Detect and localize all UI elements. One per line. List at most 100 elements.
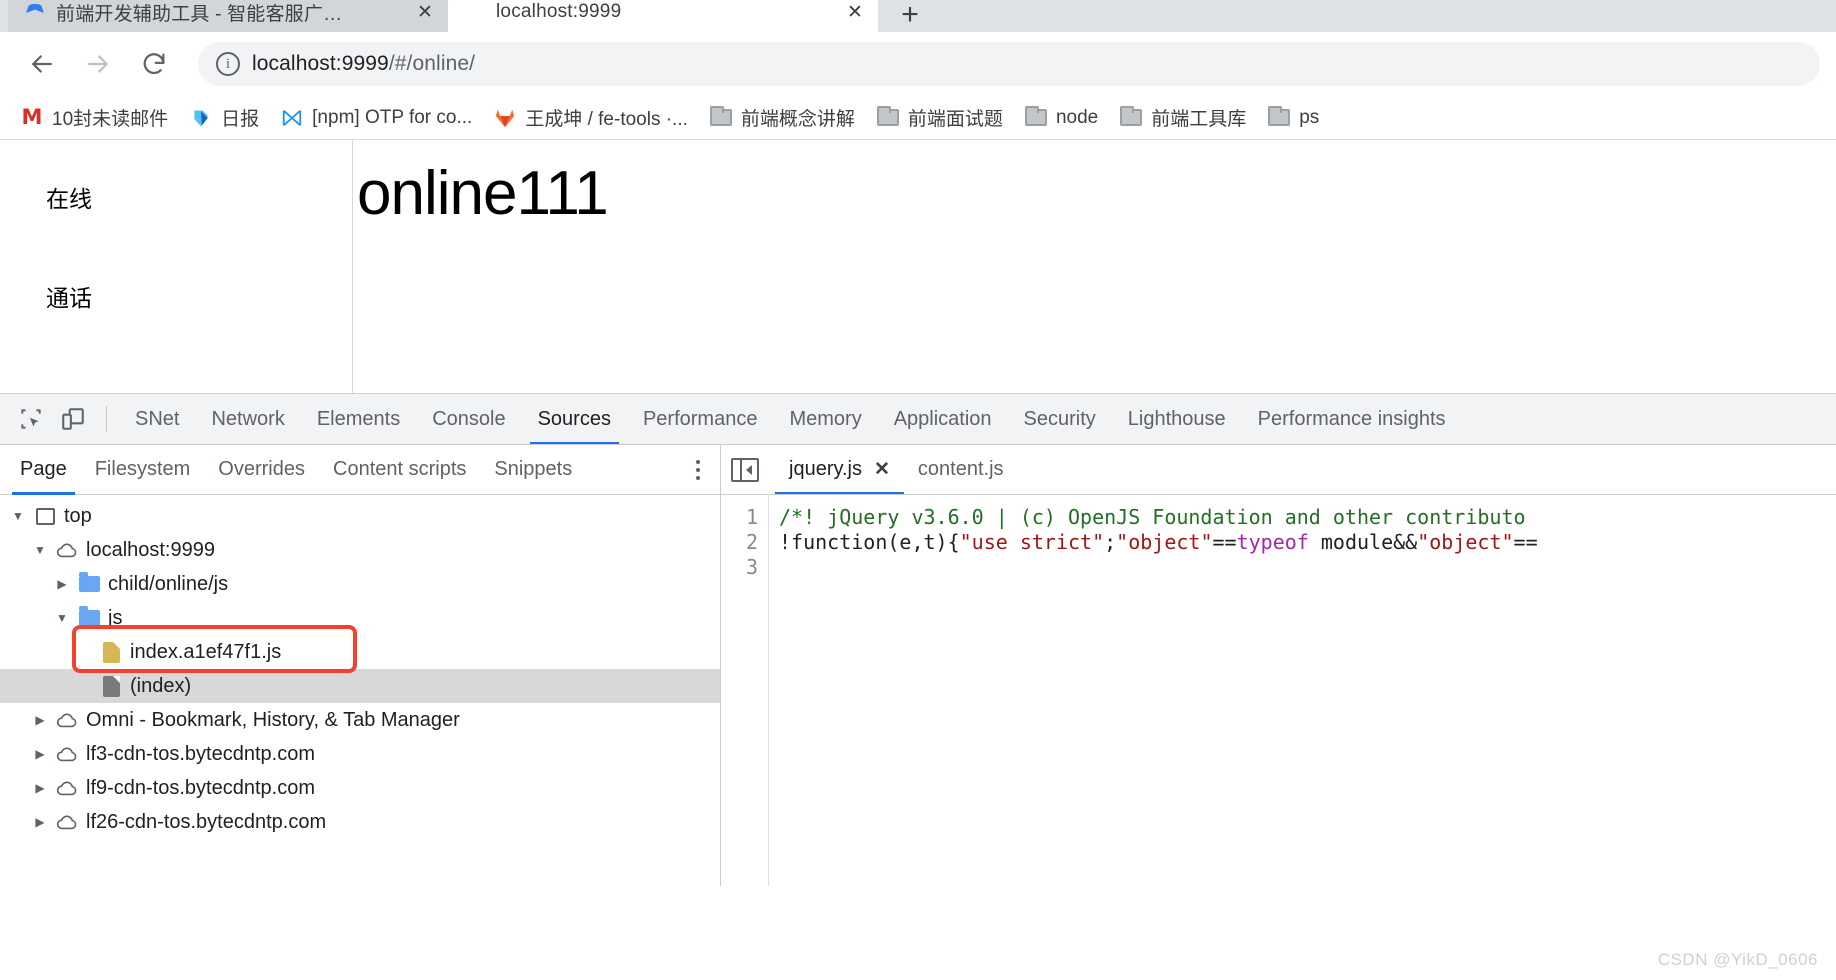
chevron-right-icon[interactable] [32, 747, 48, 761]
cloud-icon [56, 811, 78, 833]
sidebar-item-call[interactable]: 通话 [46, 279, 352, 313]
more-options-icon[interactable] [696, 459, 700, 480]
cloud-icon [56, 539, 78, 561]
frame-icon [34, 505, 56, 527]
code-line-2: !function(e,t){"use strict";"object"==ty… [779, 530, 1538, 554]
bookmark-item[interactable]: 王成坤 / fe-tools ·... [483, 100, 699, 135]
editor-tab-jquery-js[interactable]: jquery.js ✕ [775, 445, 904, 494]
code-content: /*! jQuery v3.6.0 | (c) OpenJS Foundatio… [769, 495, 1836, 886]
tab-application[interactable]: Application [878, 394, 1008, 444]
tab-strip: 前端开发辅助工具 - 智能客服广… ✕ localhost:9999 ✕ + [0, 0, 1836, 32]
chevron-right-icon[interactable] [32, 713, 48, 727]
inspect-element-icon[interactable] [10, 398, 52, 440]
tab-snet[interactable]: SNet [119, 394, 195, 444]
chevron-down-icon[interactable] [32, 543, 48, 557]
tab-memory[interactable]: Memory [773, 394, 877, 444]
show-navigator-icon[interactable] [731, 457, 759, 482]
bookmark-label: 王成坤 / fe-tools ·... [525, 109, 688, 130]
tree-row[interactable]: js [0, 601, 720, 635]
chevron-down-icon[interactable] [10, 509, 26, 523]
forward-icon[interactable] [72, 38, 124, 90]
tree-row[interactable]: lf3-cdn-tos.bytecdntp.com [0, 737, 720, 771]
bookmark-label: node [1055, 106, 1099, 128]
tab-security[interactable]: Security [1008, 394, 1112, 444]
file-tree: top localhost:9999 child/online/js [0, 495, 720, 886]
close-icon[interactable]: ✕ [874, 458, 890, 481]
tree-row[interactable]: localhost:9999 [0, 533, 720, 567]
bookmark-item[interactable]: 前端概念讲解 [699, 100, 866, 135]
chevron-down-icon[interactable] [54, 611, 70, 625]
editor-tab-label: content.js [917, 458, 1004, 480]
devtools-tabbar: SNet Network Elements Console Sources Pe… [0, 394, 1836, 445]
subtab-overrides[interactable]: Overrides [204, 445, 319, 495]
tab-sources[interactable]: Sources [522, 394, 627, 444]
chevron-right-icon[interactable] [32, 781, 48, 795]
folder-icon [1024, 106, 1047, 129]
close-icon[interactable]: ✕ [414, 1, 436, 23]
cloud-icon [56, 743, 78, 765]
site-info-icon[interactable]: i [216, 52, 240, 76]
tree-label: index.a1ef47f1.js [130, 640, 282, 663]
sidebar-item-online[interactable]: 在线 [46, 180, 352, 214]
tree-row[interactable]: index.a1ef47f1.js [0, 635, 720, 669]
cloud-icon [56, 709, 78, 731]
devtools-body: Page Filesystem Overrides Content script… [0, 445, 1836, 886]
watermark: CSDN @YikD_0606 [1657, 950, 1818, 969]
editor-tab-label: jquery.js [789, 458, 862, 480]
chevron-right-icon[interactable] [54, 577, 70, 591]
bookmark-label: 前端工具库 [1151, 109, 1247, 130]
bookmark-item[interactable]: 前端面试题 [866, 100, 1014, 135]
bookmark-item[interactable]: ps [1257, 103, 1330, 133]
page-main: online111 [353, 140, 1836, 393]
tree-row[interactable]: Omni - Bookmark, History, & Tab Manager [0, 703, 720, 737]
line-number: 1 [745, 505, 758, 529]
tree-label: child/online/js [108, 572, 229, 595]
chevron-right-icon[interactable] [32, 815, 48, 829]
line-number: 3 [745, 555, 758, 579]
bookmark-item[interactable]: M 10封未读邮件 [10, 100, 179, 135]
tree-row[interactable]: lf9-cdn-tos.bytecdntp.com [0, 771, 720, 805]
folder-icon [78, 606, 100, 629]
bookmark-item[interactable]: 日报 [179, 100, 270, 135]
browser-tab-1[interactable]: 前端开发辅助工具 - 智能客服广… ✕ [8, 0, 448, 32]
gmail-icon: M [21, 105, 43, 129]
tab-network[interactable]: Network [195, 394, 300, 444]
line-number: 2 [745, 530, 758, 554]
bookmark-item[interactable]: [npm] OTP for co... [270, 103, 483, 133]
tab-performance[interactable]: Performance [627, 394, 774, 444]
tab-elements[interactable]: Elements [301, 394, 416, 444]
tree-label: lf9-cdn-tos.bytecdntp.com [86, 776, 315, 799]
subtab-page[interactable]: Page [6, 445, 81, 495]
close-icon[interactable]: ✕ [844, 1, 866, 23]
tree-row[interactable]: top [0, 499, 720, 533]
bookmark-label: ps [1299, 106, 1320, 128]
code-viewer[interactable]: 123 /*! jQuery v3.6.0 | (c) OpenJS Found… [721, 495, 1836, 886]
tab-console[interactable]: Console [416, 394, 521, 444]
bookmark-item[interactable]: 前端工具库 [1109, 100, 1257, 135]
tree-label: lf26-cdn-tos.bytecdntp.com [86, 810, 327, 833]
new-tab-button[interactable]: + [888, 0, 932, 32]
browser-tab-2[interactable]: localhost:9999 ✕ [448, 0, 878, 32]
tree-row[interactable]: (index) [0, 669, 720, 703]
address-bar[interactable]: i localhost:9999/#/online/ [198, 42, 1820, 86]
browser-chrome: 前端开发辅助工具 - 智能客服广… ✕ localhost:9999 ✕ + i… [0, 0, 1836, 140]
bookmark-item[interactable]: node [1014, 103, 1109, 133]
tab-lighthouse[interactable]: Lighthouse [1112, 394, 1242, 444]
back-icon[interactable] [16, 38, 68, 90]
subtab-snippets[interactable]: Snippets [480, 445, 586, 495]
subtab-filesystem[interactable]: Filesystem [81, 445, 205, 495]
cloud-icon [56, 777, 78, 799]
editor-tab-content-js[interactable]: content.js [904, 445, 1018, 494]
bookmark-label: 日报 [221, 109, 260, 130]
tree-row[interactable]: lf26-cdn-tos.bytecdntp.com [0, 805, 720, 839]
reload-icon[interactable] [128, 38, 180, 90]
page-title: online111 [357, 159, 609, 228]
subtab-content-scripts[interactable]: Content scripts [319, 445, 480, 495]
page-viewport: 在线 通话 online111 [0, 140, 1836, 394]
navigator-subtabs: Page Filesystem Overrides Content script… [0, 445, 720, 495]
device-toolbar-icon[interactable] [52, 398, 94, 440]
tab-performance-insights[interactable]: Performance insights [1242, 394, 1462, 444]
sources-editor: jquery.js ✕ content.js 123 /*! jQuery v3… [721, 445, 1836, 886]
tree-row[interactable]: child/online/js [0, 567, 720, 601]
code-line-1: /*! jQuery v3.6.0 | (c) OpenJS Foundatio… [779, 505, 1526, 529]
